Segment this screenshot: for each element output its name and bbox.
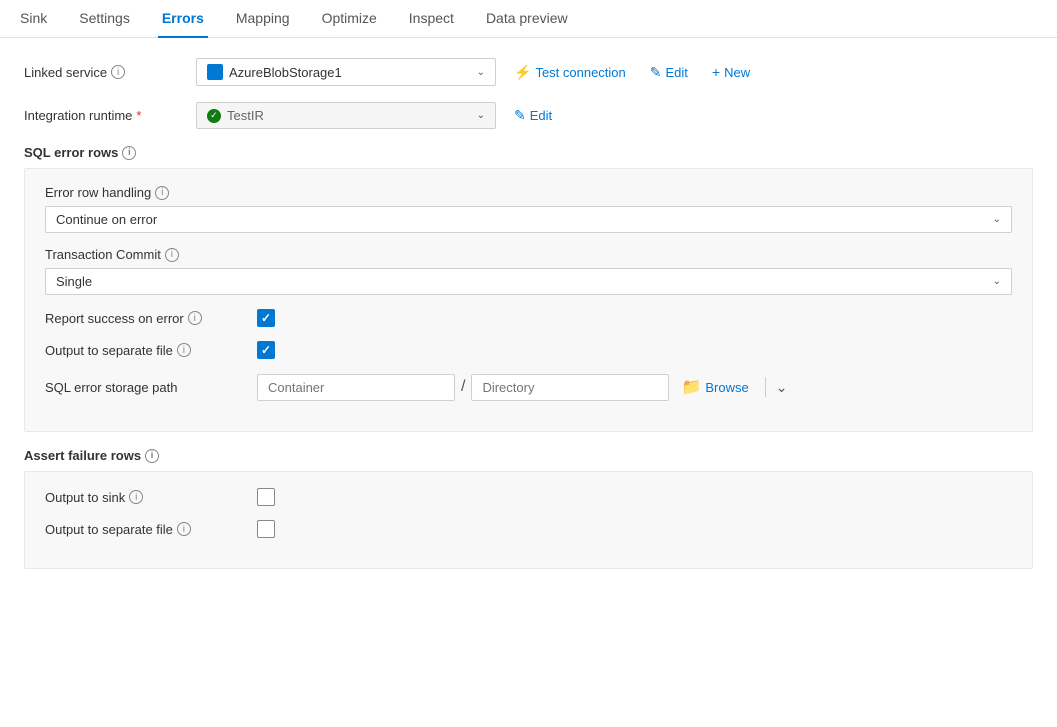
assert-output-sink-checkbox[interactable] [257,488,275,506]
directory-input[interactable] [471,374,669,401]
linked-service-chevron-icon: ⌄ [477,67,485,78]
green-status-icon [207,109,221,123]
storage-icon [207,64,223,80]
report-success-label: Report success on error i [45,311,245,326]
sql-error-rows-info-icon[interactable]: i [122,146,136,160]
tab-optimize[interactable]: Optimize [318,0,381,38]
transaction-commit-label: Transaction Commit i [45,247,1012,262]
pencil-icon: ✎ [650,64,662,81]
linked-service-label: Linked service i [24,65,184,80]
assert-output-sink-row: Output to sink i [45,488,1012,506]
integration-runtime-row: Integration runtime * TestIR ⌄ ✎ Edit [24,102,1033,129]
path-separator: / [461,378,465,396]
folder-icon: 📁 [681,377,701,397]
report-success-row: Report success on error i [45,309,1012,327]
linked-service-info-icon[interactable]: i [111,65,125,79]
ir-pencil-icon: ✎ [514,107,526,124]
plus-icon: + [712,64,720,80]
output-separate-checkbox[interactable] [257,341,275,359]
assert-failure-header: Assert failure rows i [24,448,1033,463]
linked-service-edit-button[interactable]: ✎ Edit [644,60,694,85]
tab-errors[interactable]: Errors [158,0,208,38]
transaction-commit-chevron-icon: ⌄ [993,276,1001,287]
error-row-handling-label: Error row handling i [45,185,1012,200]
transaction-commit-group: Transaction Commit i Single ⌄ [45,247,1012,295]
storage-path-chevron-icon[interactable]: ⌄ [776,379,788,396]
assert-output-sink-label: Output to sink i [45,490,245,505]
error-row-handling-chevron-icon: ⌄ [993,214,1001,225]
plug-icon: ⚡ [514,64,531,81]
storage-path-row: SQL error storage path / 📁 Browse ⌄ [45,373,1012,401]
ir-chevron-icon: ⌄ [477,110,485,121]
report-success-checkbox[interactable] [257,309,275,327]
tab-data-preview[interactable]: Data preview [482,0,572,38]
transaction-commit-info-icon[interactable]: i [165,248,179,262]
assert-failure-info-icon[interactable]: i [145,449,159,463]
container-input[interactable] [257,374,455,401]
tab-settings[interactable]: Settings [75,0,134,38]
tab-sink[interactable]: Sink [16,0,51,38]
report-success-info-icon[interactable]: i [188,311,202,325]
error-row-handling-group: Error row handling i Continue on error ⌄ [45,185,1012,233]
required-star: * [136,108,141,123]
output-separate-info-icon[interactable]: i [177,343,191,357]
assert-output-separate-label: Output to separate file i [45,522,245,537]
browse-divider [765,377,766,397]
output-separate-label: Output to separate file i [45,343,245,358]
assert-failure-box: Output to sink i Output to separate file… [24,471,1033,569]
new-button[interactable]: + New [706,60,756,84]
transaction-commit-dropdown[interactable]: Single ⌄ [45,268,1012,295]
browse-button[interactable]: 📁 Browse [675,373,754,401]
assert-output-separate-checkbox[interactable] [257,520,275,538]
integration-runtime-label: Integration runtime * [24,108,184,123]
output-separate-row: Output to separate file i [45,341,1012,359]
tab-inspect[interactable]: Inspect [405,0,458,38]
main-content: Linked service i AzureBlobStorage1 ⌄ ⚡ T… [0,38,1057,605]
linked-service-dropdown[interactable]: AzureBlobStorage1 ⌄ [196,58,496,86]
test-connection-button[interactable]: ⚡ Test connection [508,60,632,85]
linked-service-row: Linked service i AzureBlobStorage1 ⌄ ⚡ T… [24,58,1033,86]
tab-bar: Sink Settings Errors Mapping Optimize In… [0,0,1057,38]
error-row-handling-dropdown[interactable]: Continue on error ⌄ [45,206,1012,233]
integration-runtime-dropdown[interactable]: TestIR ⌄ [196,102,496,129]
error-row-handling-info-icon[interactable]: i [155,186,169,200]
assert-output-separate-row: Output to separate file i [45,520,1012,538]
tab-mapping[interactable]: Mapping [232,0,294,38]
storage-path-inputs: / 📁 Browse ⌄ [257,373,787,401]
assert-output-sink-info-icon[interactable]: i [129,490,143,504]
sql-error-rows-header: SQL error rows i [24,145,1033,160]
assert-failure-section: Assert failure rows i Output to sink i O… [24,448,1033,569]
ir-edit-button[interactable]: ✎ Edit [508,103,558,128]
assert-output-separate-info-icon[interactable]: i [177,522,191,536]
storage-path-label: SQL error storage path [45,380,245,395]
sql-error-rows-section: Error row handling i Continue on error ⌄… [24,168,1033,432]
